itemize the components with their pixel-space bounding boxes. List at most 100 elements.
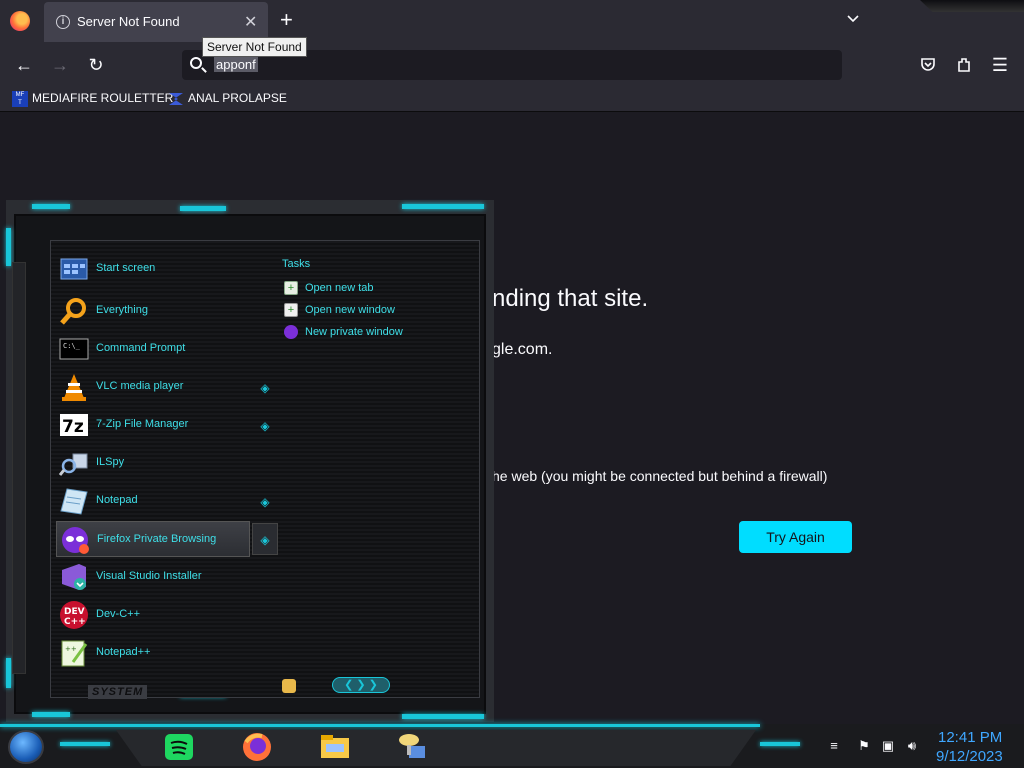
notepadpp-icon: ++	[61, 640, 88, 667]
task-new-private-window[interactable]: New private window	[284, 325, 403, 339]
error-description: gle.com.	[492, 341, 553, 358]
start-item-label: VLC media player	[96, 380, 184, 392]
bookmark-second[interactable]: ANAL PROLAPSE	[168, 91, 287, 107]
svg-text:DEV: DEV	[64, 607, 85, 617]
url-input[interactable]: apponf	[214, 57, 258, 72]
tab-title: Server Not Found	[77, 14, 180, 29]
start-item-label: Notepad	[96, 494, 138, 506]
clock-date[interactable]: 9/12/2023	[936, 748, 1003, 765]
start-item-ilspy[interactable]: ILSpy	[56, 445, 276, 481]
reload-button[interactable]: ↻	[85, 54, 107, 76]
start-item-label: Start screen	[96, 262, 156, 274]
start-item-vlc[interactable]: VLC media player	[56, 369, 276, 405]
frame-light	[32, 712, 70, 717]
bookmarks-toolbar: MF T MEDIAFIRE ROULETTER ANAL PROLAPSE	[0, 86, 1024, 112]
try-again-button[interactable]: Try Again	[739, 521, 852, 553]
vlc-icon	[62, 374, 86, 401]
frame-light	[32, 204, 70, 209]
7zip-icon: 7z	[60, 414, 88, 437]
search-icon	[190, 57, 202, 69]
taskbar: ≡ ⚑ ▣ 🔊︎ 12:41 PM 9/12/2023	[0, 724, 1024, 768]
forward-button[interactable]: →	[49, 54, 71, 76]
frame-light	[760, 742, 800, 746]
jump-list-arrow-icon[interactable]: ◈	[258, 495, 272, 509]
command-prompt-icon: C:\_	[59, 338, 89, 360]
ilspy-icon	[59, 453, 88, 476]
firefox-menu-icon[interactable]	[10, 11, 30, 31]
show-hidden-icons-icon[interactable]: ≡	[826, 738, 842, 754]
svg-text:C++: C++	[64, 617, 86, 627]
task-open-new-window[interactable]: + Open new window	[284, 303, 395, 317]
frame-light	[402, 714, 484, 719]
start-item-firefox-private[interactable]: Firefox Private Browsing	[56, 521, 250, 557]
hamburger-menu-icon[interactable]: ☰	[989, 54, 1011, 76]
firefox-private-icon	[62, 527, 89, 554]
chevron-down-icon[interactable]	[846, 12, 860, 26]
devcpp-icon: DEVC++	[60, 601, 88, 629]
extensions-icon[interactable]	[955, 56, 973, 74]
start-button[interactable]	[8, 730, 44, 764]
frame-light	[60, 742, 110, 746]
start-item-7zip[interactable]: 7z 7-Zip File Manager	[56, 407, 276, 443]
volume-icon[interactable]: 🔊︎	[904, 738, 920, 754]
svg-text:C:\_: C:\_	[63, 342, 81, 350]
file-explorer-icon[interactable]	[318, 730, 352, 764]
info-icon: i	[56, 15, 70, 29]
bookmark-logo-icon	[169, 93, 183, 105]
mediafire-icon: MF T	[12, 91, 28, 107]
start-item-label: Firefox Private Browsing	[97, 533, 217, 545]
action-center-flag-icon[interactable]: ⚑	[856, 738, 872, 754]
start-item-label: Command Prompt	[96, 342, 186, 354]
taskbar-glow	[0, 724, 760, 727]
power-icon[interactable]	[282, 679, 296, 693]
window-frame-decoration	[920, 0, 1024, 12]
task-open-new-tab[interactable]: + Open new tab	[284, 281, 374, 295]
jump-list-arrow-icon[interactable]: ◈	[258, 419, 272, 433]
start-item-start-screen[interactable]: Start screen	[56, 251, 276, 287]
notepad-icon	[60, 488, 88, 515]
start-item-everything[interactable]: Everything	[56, 293, 276, 329]
menu-navigation-arrows[interactable]: ❮ ❯ ❯	[332, 677, 390, 693]
start-item-command-prompt[interactable]: C:\_ Command Prompt	[56, 331, 276, 367]
svg-text:++: ++	[65, 645, 77, 653]
start-item-label: 7-Zip File Manager	[96, 418, 189, 430]
jump-list-arrow-icon[interactable]: ◈	[258, 381, 272, 395]
start-item-notepadpp[interactable]: ++ Notepad++	[56, 635, 276, 671]
start-item-notepad[interactable]: Notepad	[56, 483, 276, 519]
close-icon[interactable]: ✕	[244, 12, 257, 32]
svg-text:7z: 7z	[62, 417, 84, 437]
network-icon[interactable]: ▣	[880, 738, 896, 754]
nav-bar: ← → ↻ apponf ☰	[0, 44, 1024, 86]
start-screen-icon	[60, 258, 88, 280]
new-tab-icon: +	[284, 281, 298, 295]
firefox-icon[interactable]	[240, 730, 274, 764]
start-item-devcpp[interactable]: DEV C++ Dev-C++	[56, 597, 276, 633]
system-label: SYSTEM	[88, 685, 148, 699]
start-item-label: Notepad++	[96, 646, 151, 658]
spotify-icon[interactable]	[162, 730, 196, 764]
start-item-label: Dev-C++	[96, 608, 141, 620]
private-window-icon	[284, 325, 298, 339]
new-tab-button[interactable]: +	[280, 8, 293, 32]
start-item-label: Everything	[96, 304, 148, 316]
taskbar-plate	[116, 730, 756, 766]
new-window-icon: +	[284, 303, 298, 317]
pocket-icon[interactable]	[919, 56, 937, 74]
frame-light	[402, 204, 484, 209]
tasks-heading: Tasks	[282, 258, 311, 270]
jump-list-arrow-icon[interactable]: ◈	[252, 523, 278, 555]
start-menu-side-rail	[12, 262, 26, 674]
frame-light	[6, 228, 11, 266]
everything-search-icon	[60, 298, 86, 325]
back-button[interactable]: ←	[13, 54, 35, 76]
error-title: nding that site.	[492, 285, 649, 312]
tab-tooltip: Server Not Found	[202, 37, 307, 57]
bookmark-mediafire[interactable]: MF T MEDIAFIRE ROULETTER	[12, 91, 173, 107]
start-item-vs-installer[interactable]: Visual Studio Installer	[56, 559, 276, 595]
clock-time[interactable]: 12:41 PM	[938, 729, 1002, 746]
start-item-label: ILSpy	[96, 456, 125, 468]
network-app-icon[interactable]	[396, 730, 430, 764]
tab-server-not-found[interactable]: i Server Not Found ✕	[44, 2, 268, 42]
frame-light	[180, 206, 226, 211]
error-bullet: he web (you might be connected but behin…	[492, 468, 828, 484]
